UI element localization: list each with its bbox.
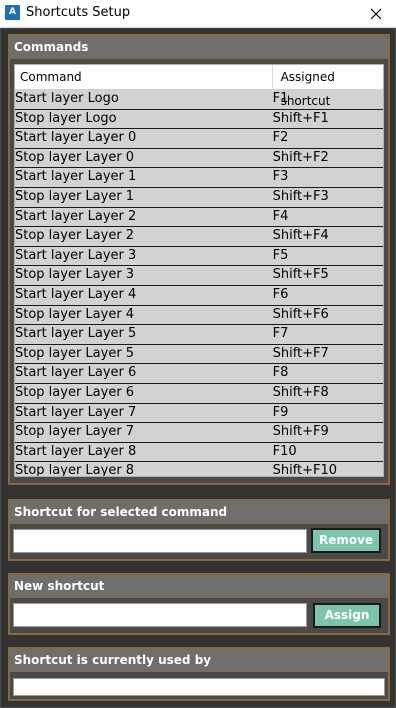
command-cell: Start layer Layer 0 [15,130,137,146]
table-row[interactable]: Stop layer Logo Shift+F1 [15,109,383,130]
command-cell: Stop layer Layer 0 [15,149,135,165]
table-row[interactable]: Start layer Layer 5 F7 [15,325,383,345]
shortcut-cell: F5 [272,247,289,263]
table-row[interactable]: Stop layer Layer 2 Shift+F4 [15,227,383,247]
shortcut-cell: Shift+F5 [272,267,329,283]
new-shortcut-field[interactable] [13,603,307,627]
selected-shortcut-header: Shortcut for selected command [10,501,388,524]
command-cell: Stop layer Layer 7 [15,424,135,440]
command-cell: Start layer Layer 7 [15,404,137,420]
shortcut-cell: Shift+F1 [272,110,329,126]
app-icon: A [5,5,20,20]
table-row[interactable]: Stop layer Layer 1 Shift+F3 [15,187,383,208]
shortcut-cell: Shift+F4 [272,228,329,244]
table-row[interactable]: Start layer Layer 6 F8 [15,364,383,384]
command-cell: Stop layer Layer 1 [15,188,135,204]
shortcut-cell: F6 [272,286,289,302]
shortcut-cell: F3 [272,169,289,185]
commands-panel: Commands Command Assigned shortcut Start… [8,34,390,485]
table-row[interactable]: Start layer Layer 1 F3 [15,168,383,188]
column-header-shortcut[interactable]: Assigned shortcut [273,65,383,108]
selected-shortcut-panel: Shortcut for selected command Remove [8,499,390,561]
window-title: Shortcuts Setup [26,5,131,20]
shortcut-cell: F9 [272,404,289,420]
table-row[interactable]: Stop layer Layer 6 Shift+F8 [15,383,383,404]
table-row[interactable]: Start layer Layer 7 F9 [15,403,383,424]
command-cell: Start layer Layer 1 [15,169,137,185]
table-row[interactable]: Stop layer Layer 7 Shift+F9 [15,423,383,443]
shortcut-cell: F1 [272,91,289,106]
commands-table[interactable]: Command Assigned shortcut Start layer Lo… [14,64,384,477]
table-row[interactable]: Stop layer Layer 0 Shift+F2 [15,148,383,169]
title-bar: A Shortcuts Setup [0,0,396,28]
command-cell: Start layer Layer 3 [15,247,137,263]
table-row[interactable]: Start layer Logo F1 [15,90,383,110]
command-cell: Stop layer Layer 2 [15,228,135,244]
commands-header: Commands [10,36,388,59]
shortcut-cell: Shift+F6 [272,306,329,322]
shortcut-cell: F7 [272,326,289,342]
dialog-body: Commands Command Assigned shortcut Start… [0,28,396,708]
used-by-panel: Shortcut is currently used by [8,647,390,701]
table-row[interactable]: Stop layer Layer 4 Shift+F6 [15,305,383,326]
command-cell: Start layer Layer 6 [15,365,137,381]
table-row[interactable]: Start layer Layer 8 F10 [15,442,383,463]
shortcut-cell: Shift+F8 [272,384,329,400]
column-header-command[interactable]: Command [15,65,273,89]
shortcut-cell: Shift+F3 [272,188,329,204]
used-by-header: Shortcut is currently used by [10,649,388,672]
shortcut-cell: Shift+F10 [272,463,338,477]
shortcut-cell: Shift+F2 [272,149,329,165]
command-cell: Start layer Logo [15,91,119,106]
remove-button[interactable]: Remove [311,528,381,553]
table-header: Command Assigned shortcut [15,65,383,108]
table-row[interactable]: Stop layer Layer 8 Shift+F10 [15,462,383,477]
command-cell: Start layer Layer 2 [15,208,137,224]
shortcut-cell: F2 [272,130,289,146]
new-shortcut-panel: New shortcut Assign [8,573,390,635]
command-cell: Stop layer Layer 5 [15,345,135,361]
table-row[interactable]: Start layer Layer 2 F4 [15,207,383,228]
table-row[interactable]: Start layer Layer 3 F5 [15,246,383,267]
close-icon [370,8,382,19]
shortcut-cell: Shift+F7 [272,345,329,361]
table-row[interactable]: Stop layer Layer 5 Shift+F7 [15,344,383,365]
shortcut-cell: F10 [272,443,297,459]
table-row[interactable]: Start layer Layer 0 F2 [15,129,383,149]
table-row[interactable]: Stop layer Layer 3 Shift+F5 [15,266,383,286]
command-cell: Stop layer Layer 8 [15,463,135,477]
command-cell: Start layer Layer 8 [15,443,137,459]
command-cell: Stop layer Layer 4 [15,306,135,322]
table-row[interactable]: Start layer Layer 4 F6 [15,285,383,306]
shortcut-cell: F8 [272,365,289,381]
shortcut-cell: F4 [272,208,289,224]
shortcut-cell: Shift+F9 [272,424,329,440]
table-body: Start layer Logo F1 Stop layer Logo Shift+F… [15,90,383,477]
close-button[interactable] [356,0,396,27]
command-cell: Stop layer Logo [15,110,117,126]
command-cell: Start layer Layer 4 [15,286,137,302]
command-cell: Start layer Layer 5 [15,326,137,342]
assign-button[interactable]: Assign [313,603,381,628]
new-shortcut-header: New shortcut [10,575,388,598]
command-cell: Stop layer Layer 6 [15,384,135,400]
command-cell: Stop layer Layer 3 [15,267,135,283]
selected-shortcut-field[interactable] [13,529,307,553]
used-by-field [13,678,385,696]
